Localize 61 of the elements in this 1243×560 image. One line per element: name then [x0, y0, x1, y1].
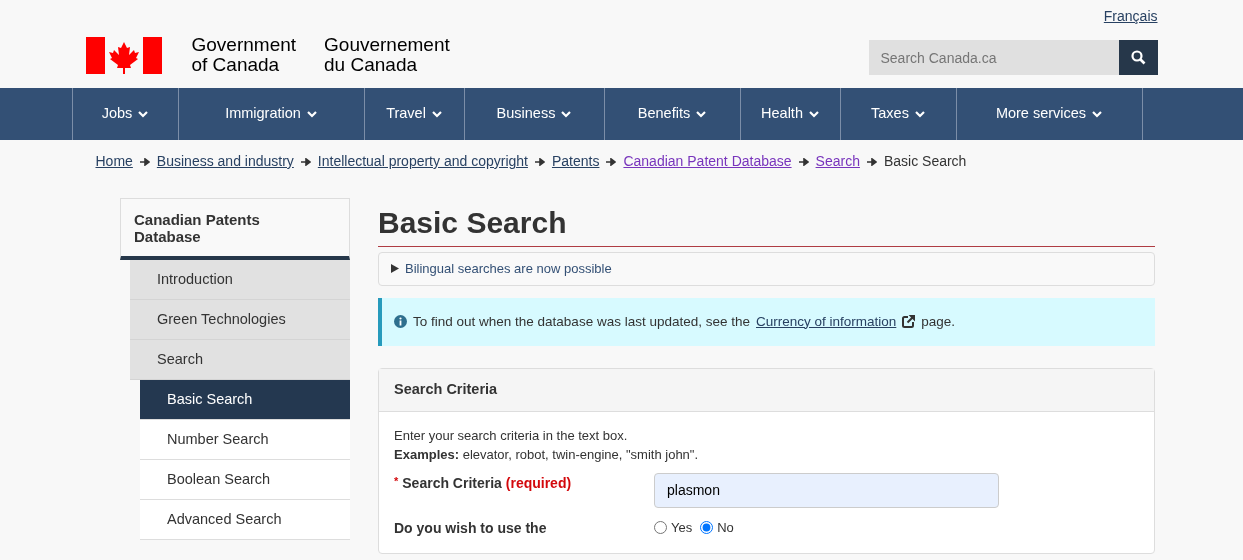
sidebar-item[interactable]: Search	[130, 340, 350, 380]
search-field[interactable]: Search Canada.ca	[868, 40, 1119, 75]
instruction-text: Enter your search criteria in the text box.	[394, 426, 629, 445]
breadcrumb-link[interactable]: Intellectual property and copyright	[317, 151, 528, 172]
menu-item[interactable]: Immigration	[177, 88, 364, 140]
brand-name: Government of Canada	[191, 35, 297, 75]
sidebar-item[interactable]: Introduction	[130, 260, 350, 300]
search-button[interactable]	[1118, 40, 1158, 75]
radio-button[interactable]	[654, 520, 667, 534]
menu-item[interactable]: Business	[463, 88, 604, 140]
sidebar-subitem[interactable]: Boolean Search	[140, 460, 350, 500]
sidebar-subitem[interactable]: Advanced Search	[140, 500, 350, 540]
brand-name: Gouvernement du Canada	[324, 35, 450, 75]
chevron-icon	[808, 110, 819, 118]
sidebar-subitem[interactable]: Number Search	[140, 420, 350, 460]
breadcrumb-current: Basic Search	[883, 152, 967, 171]
menu-item[interactable]: Travel	[363, 88, 464, 140]
menu-item[interactable]: Benefits	[603, 88, 740, 140]
info-link[interactable]: Currency of information	[756, 311, 897, 332]
triangle-icon	[391, 264, 399, 274]
breadcrumb-link[interactable]: Patents	[551, 151, 600, 172]
chevron-icon	[1092, 110, 1103, 118]
breadcrumb-link[interactable]: Canadian Patent Database	[623, 151, 792, 172]
radio-label[interactable]: Yes	[671, 517, 693, 537]
radio-label[interactable]: No	[717, 517, 734, 537]
chevron-icon	[138, 110, 149, 118]
page-title: Basic Search	[378, 206, 1155, 247]
chevron-icon	[561, 110, 572, 118]
arrow-icon	[866, 157, 877, 166]
arrow-icon	[606, 157, 617, 166]
menu-item[interactable]: More services	[955, 88, 1142, 140]
search-criteria-field[interactable]: plasmon	[654, 472, 999, 508]
language-link[interactable]: Français	[1103, 6, 1158, 27]
info-text: page.	[921, 312, 956, 331]
arrow-icon	[534, 157, 545, 166]
chevron-icon	[914, 110, 925, 118]
chevron-icon	[696, 110, 707, 118]
chevron-icon	[306, 110, 317, 118]
sidebar-subitem[interactable]: Basic Search	[140, 380, 350, 420]
sidebar-item[interactable]: Green Technologies	[130, 300, 350, 340]
details-toggle[interactable]: Bilingual searches are now possible	[378, 252, 1155, 286]
search-icon	[1130, 50, 1146, 65]
info-icon	[394, 315, 407, 329]
arrow-icon	[300, 157, 311, 166]
field-label: Do you wish to use the	[394, 518, 548, 538]
arrow-icon	[798, 157, 809, 166]
sidebar-title: Canadian Patents Database	[120, 198, 350, 260]
instruction-text: Examples: elevator, robot, twin-engine, "smith john".	[394, 446, 700, 464]
menu-item[interactable]: Taxes	[839, 88, 956, 140]
breadcrumb-link[interactable]: Home	[95, 151, 133, 172]
info-text: To find out when the database was last updated, see the	[413, 312, 750, 331]
radio-button[interactable]	[700, 520, 714, 534]
field-label: * Search Criteria (required)	[394, 473, 573, 493]
arrow-icon	[139, 157, 150, 166]
breadcrumb-link[interactable]: Business and industry	[156, 151, 294, 172]
chevron-icon	[431, 110, 442, 118]
panel-title: Search Criteria	[379, 368, 1154, 412]
menu-item[interactable]: Jobs	[71, 88, 178, 140]
breadcrumb-link[interactable]: Search	[815, 151, 860, 172]
menu-item[interactable]: Health	[739, 88, 840, 140]
external-link-icon	[902, 315, 916, 329]
